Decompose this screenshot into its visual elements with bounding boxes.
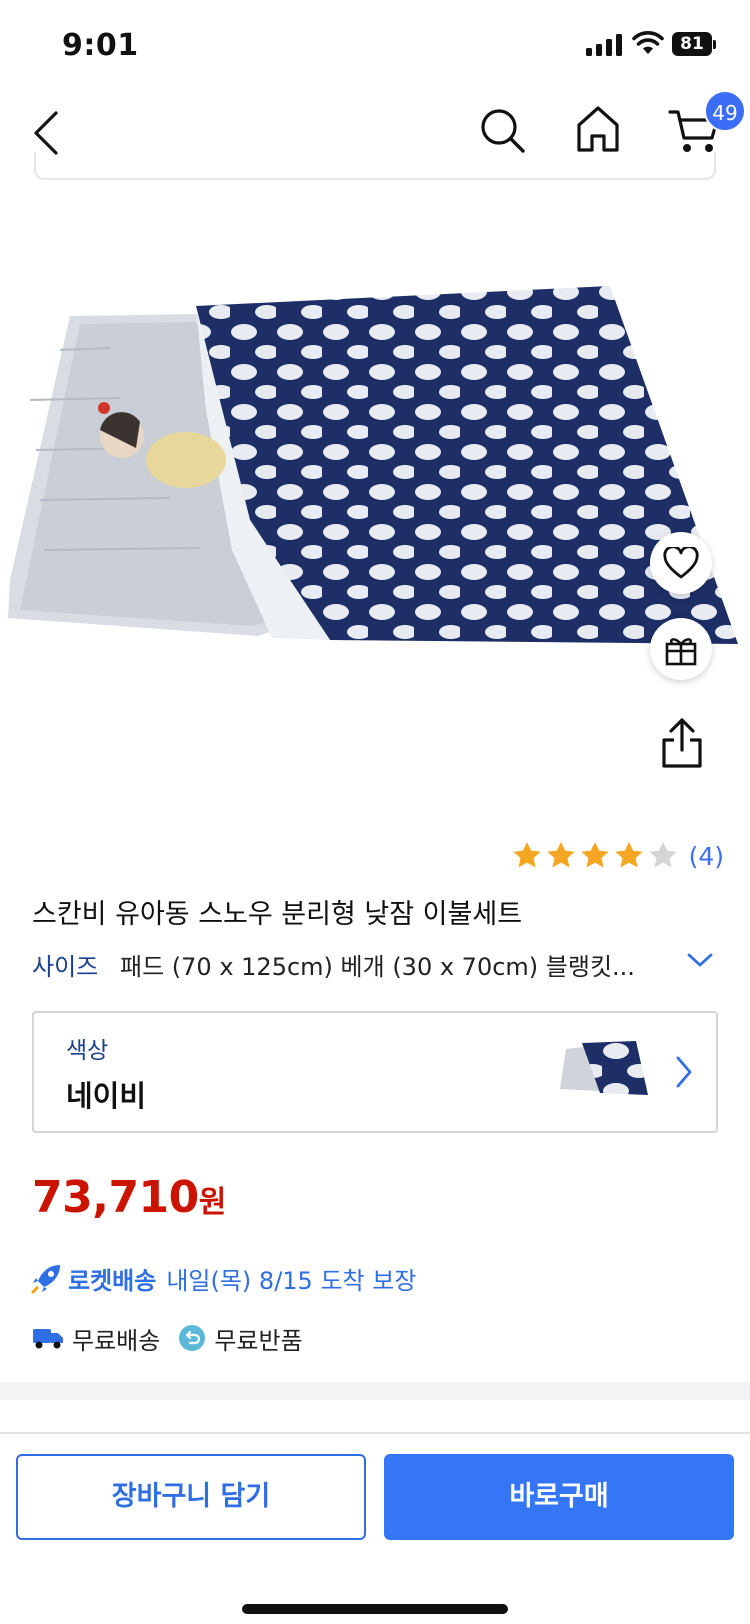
return-icon — [179, 1325, 206, 1351]
delivery-eta: 내일(목) 8/15 도착 보장 — [166, 1266, 417, 1295]
cart-count-badge: 49 — [704, 90, 746, 132]
gift-icon — [665, 638, 697, 666]
bottom-action-bar: 장바구니 담기 바로구매 — [0, 1432, 750, 1624]
section-divider — [0, 1382, 750, 1400]
status-time: 9:01 — [62, 28, 139, 63]
share-icon[interactable] — [660, 716, 704, 770]
star-filled-icon — [546, 842, 575, 868]
size-option-row[interactable]: 사이즈 패드 (70 x 125cm) 베개 (30 x 70cm) 블랭킷..… — [32, 945, 722, 985]
add-to-cart-button[interactable]: 장바구니 담기 — [16, 1454, 366, 1540]
battery-nub — [713, 40, 716, 49]
color-thumbnail — [560, 1041, 648, 1095]
review-count[interactable]: (4) — [689, 842, 724, 871]
heart-icon — [663, 547, 699, 579]
star-filled-icon — [512, 842, 541, 868]
size-value: 패드 (70 x 125cm) 베개 (30 x 70cm) 블랭킷... — [120, 953, 635, 981]
price-number: 73,710 — [32, 1172, 199, 1223]
home-indicator — [242, 1604, 508, 1614]
product-title: 스칸비 유아동 스노우 분리형 낮잠 이불세트 — [32, 899, 523, 930]
truck-icon — [33, 1329, 63, 1349]
star-empty-icon — [648, 842, 677, 868]
star-filled-icon — [580, 842, 609, 868]
rating-row[interactable]: (4) — [511, 838, 724, 874]
chevron-right-icon — [676, 1056, 692, 1088]
status-bar: 9:01 81 — [0, 0, 750, 90]
size-label: 사이즈 — [32, 953, 99, 981]
rating-stars — [511, 840, 679, 872]
rocket-icon — [31, 1265, 60, 1294]
product-image[interactable] — [0, 280, 750, 690]
search-icon[interactable] — [478, 106, 526, 154]
color-option-selector[interactable]: 색상 네이비 — [32, 1011, 718, 1133]
rocket-delivery-logo: 로켓배송 — [68, 1266, 157, 1295]
battery-indicator: 81 — [672, 32, 712, 56]
gift-button[interactable] — [650, 618, 712, 680]
signal-icon — [586, 34, 622, 56]
color-value: 네이비 — [66, 1079, 147, 1113]
free-shipping-label: 무료배송 — [72, 1326, 161, 1355]
wishlist-button[interactable] — [650, 532, 712, 594]
buy-now-button[interactable]: 바로구매 — [384, 1454, 734, 1540]
wifi-icon — [632, 31, 664, 54]
previous-card-edge — [34, 152, 716, 180]
back-icon[interactable] — [30, 110, 62, 156]
color-label: 색상 — [66, 1038, 109, 1064]
chevron-down-icon[interactable] — [686, 951, 714, 969]
star-filled-icon — [614, 842, 643, 868]
price: 73,710원 — [32, 1172, 226, 1223]
home-icon[interactable] — [574, 104, 622, 154]
price-unit: 원 — [198, 1185, 227, 1220]
free-services-row: 무료배송 무료반품 — [32, 1318, 303, 1358]
free-return-label: 무료반품 — [214, 1326, 303, 1355]
rocket-delivery-row: 로켓배송 내일(목) 8/15 도착 보장 — [30, 1258, 416, 1298]
